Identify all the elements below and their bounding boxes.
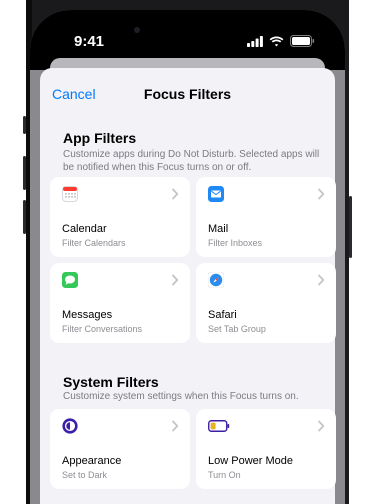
tile-subtitle: Set Tab Group xyxy=(208,324,266,334)
chevron-right-icon xyxy=(318,420,325,432)
wifi-icon xyxy=(269,36,284,46)
appearance-filter-tile[interactable]: Appearance Set to Dark xyxy=(50,409,190,489)
tile-subtitle: Filter Conversations xyxy=(62,324,143,334)
status-bar: 9:41 xyxy=(30,10,345,58)
status-time: 9:41 xyxy=(74,33,105,50)
tile-title: Appearance xyxy=(62,455,122,467)
system-filters-description: Customize system settings when this Focu… xyxy=(63,391,299,402)
messages-icon xyxy=(62,272,78,288)
navigation-bar: Cancel Focus Filters xyxy=(40,68,335,120)
tile-title: Mail xyxy=(208,223,229,235)
messages-filter-tile[interactable]: Messages Filter Conversations xyxy=(50,263,190,343)
page-title: Focus Filters xyxy=(143,86,232,102)
battery-icon xyxy=(208,420,230,432)
focus-filters-sheet: Cancel Focus Filters App Filters Customi… xyxy=(40,68,336,504)
safari-icon xyxy=(208,272,224,288)
system-filters-title: System Filters xyxy=(63,374,159,390)
low-power-mode-filter-tile[interactable]: Low Power Mode Turn On xyxy=(196,409,336,489)
battery-status-icon xyxy=(290,35,315,47)
tile-title: Safari xyxy=(208,309,237,321)
app-filters-description: Customize apps during Do Not Disturb. Se… xyxy=(63,149,320,173)
tile-subtitle: Filter Inboxes xyxy=(208,238,263,248)
calendar-filter-tile[interactable]: Calendar Filter Calendars xyxy=(50,177,190,257)
cellular-signal-icon xyxy=(247,35,263,47)
chevron-right-icon xyxy=(172,274,179,286)
phone-screen: 9:41 Cancel Focus Filters App Filters Cu… xyxy=(30,10,345,504)
status-icons xyxy=(247,35,315,47)
tile-title: Messages xyxy=(62,309,113,321)
safari-filter-tile[interactable]: Safari Set Tab Group xyxy=(196,263,336,343)
app-filters-title: App Filters xyxy=(63,130,137,146)
chevron-right-icon xyxy=(318,188,325,200)
calendar-icon xyxy=(62,186,78,202)
tile-title: Calendar xyxy=(62,223,107,235)
chevron-right-icon xyxy=(172,420,179,432)
mail-filter-tile[interactable]: Mail Filter Inboxes xyxy=(196,177,336,257)
mail-icon xyxy=(208,186,224,202)
volume-up-button xyxy=(23,156,26,190)
side-button xyxy=(349,196,352,258)
front-camera xyxy=(134,27,140,33)
tile-subtitle: Set to Dark xyxy=(62,470,108,480)
volume-down-button xyxy=(23,200,26,234)
tile-subtitle: Turn On xyxy=(208,470,241,480)
dynamic-island xyxy=(140,22,228,48)
appearance-icon xyxy=(62,418,78,434)
chevron-right-icon xyxy=(318,274,325,286)
tile-subtitle: Filter Calendars xyxy=(62,238,126,248)
tile-title: Low Power Mode xyxy=(208,455,293,467)
ring-silent-switch xyxy=(23,116,26,134)
chevron-right-icon xyxy=(172,188,179,200)
